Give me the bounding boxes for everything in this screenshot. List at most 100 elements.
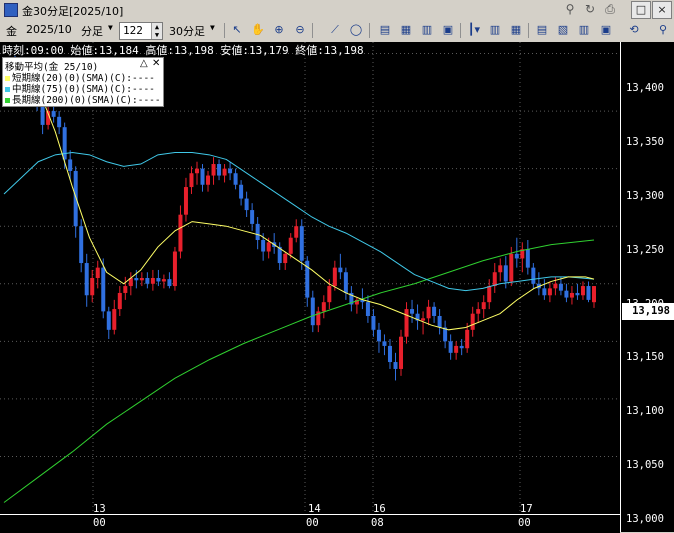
candle-body <box>106 311 111 330</box>
bar-count-value[interactable]: 122 <box>123 24 143 37</box>
candle-body <box>266 242 271 252</box>
close-button[interactable]: × <box>652 1 672 19</box>
contract-month[interactable]: 2025/10 <box>26 23 72 36</box>
indicator-icon[interactable]: ▥ <box>487 22 503 38</box>
candle-body <box>200 168 205 185</box>
candle-body <box>321 302 326 312</box>
sync-icon[interactable]: ⟲ <box>626 22 642 38</box>
day-label: 14 <box>308 503 321 515</box>
link-icon[interactable]: ⚲ <box>561 1 579 17</box>
candle-body <box>514 253 519 259</box>
candle-body <box>327 286 332 303</box>
price-label: 13,100 <box>626 405 664 417</box>
candle-body <box>525 249 530 268</box>
candle-body <box>487 286 492 303</box>
price-label: 13,350 <box>626 136 664 148</box>
price-chart[interactable] <box>0 42 620 514</box>
candle-body <box>206 175 211 185</box>
candle-body <box>217 164 222 176</box>
day-label: 16 <box>373 503 386 515</box>
compare-icon[interactable]: ▦ <box>508 22 524 38</box>
candle-body <box>299 226 304 261</box>
candle-body <box>172 251 177 287</box>
candle-body <box>448 341 453 353</box>
candle-body <box>399 336 404 369</box>
toolbar: 金 2025/10 分足 ▼ 122 ▲ ▼ 30分足 ▼ ↖ ✋ ⊕ ⊖ ⟋ ◯… <box>0 20 674 43</box>
symbol-label[interactable]: 金 <box>6 23 17 39</box>
window-icon[interactable]: ▣ <box>598 22 614 38</box>
toolbar-divider <box>369 23 370 38</box>
candle-body <box>492 272 497 287</box>
candle-body <box>183 187 188 215</box>
split-icon[interactable]: ▥ <box>576 22 592 38</box>
candle-body <box>564 290 569 298</box>
candle-body <box>134 278 139 281</box>
candle-body <box>62 127 67 160</box>
candle-body <box>79 226 84 264</box>
candle-body <box>211 164 216 176</box>
candle-body <box>592 286 596 303</box>
refresh-icon[interactable]: ↻ <box>581 1 599 17</box>
bar-type-dropdown-icon[interactable]: ▼ <box>108 23 113 32</box>
candle-body <box>376 329 381 342</box>
candle-body <box>283 253 288 264</box>
window-title: 金30分足[2025/10] <box>22 5 124 18</box>
interval-select[interactable]: 30分足 <box>169 23 205 39</box>
candle-body <box>73 170 78 227</box>
legend-long-ma: 長期線(200)(0)(SMA)(C):---- <box>5 92 161 106</box>
bar-count-stepper[interactable]: 122 ▲ ▼ <box>119 22 163 40</box>
candle-chart-icon[interactable]: ┃▾ <box>466 22 482 38</box>
overlay-icon[interactable]: ▧ <box>555 22 571 38</box>
candle-body <box>101 267 106 312</box>
toolbar-divider <box>460 23 461 38</box>
candle-body <box>150 278 155 284</box>
candle-body <box>228 168 233 174</box>
candle-body <box>470 313 475 330</box>
candle-body <box>261 240 266 252</box>
search-icon[interactable]: ⚲ <box>655 22 671 38</box>
panel-icon[interactable]: ▣ <box>440 22 456 38</box>
candle-body <box>509 253 514 282</box>
grid-icon[interactable]: ▥ <box>419 22 435 38</box>
title-bar: 金30分足[2025/10] ⚲ ↻ ⎙ □ × <box>0 0 674 21</box>
price-label: 13,400 <box>626 82 664 94</box>
candle-body <box>145 278 150 284</box>
candle-body <box>542 288 547 296</box>
candle-body <box>194 168 199 174</box>
candle-body <box>161 279 166 282</box>
layout-icon[interactable]: ▤ <box>377 22 393 38</box>
indicator-legend[interactable]: 移動平均(金 25/10) △ ✕ 短期線(20)(0)(SMA)(C):---… <box>2 57 164 107</box>
legend-close-icon[interactable]: ✕ <box>152 58 160 69</box>
maximize-button[interactable]: □ <box>631 1 651 19</box>
candle-body <box>332 267 337 287</box>
chart-area[interactable] <box>0 42 620 514</box>
candle-body <box>569 292 574 298</box>
candle-body <box>51 111 56 117</box>
hour-label: 00 <box>306 517 319 529</box>
cursor-icon[interactable]: ↖ <box>229 22 245 38</box>
zoom-in-icon[interactable]: ⊕ <box>271 22 287 38</box>
table-icon[interactable]: ▦ <box>398 22 414 38</box>
collapse-icon[interactable]: △ <box>140 58 148 69</box>
candle-body <box>178 214 183 252</box>
candle-body <box>338 267 343 273</box>
bar-type-select[interactable]: 分足 <box>81 23 103 39</box>
day-label: 13 <box>93 503 106 515</box>
zoom-out-icon[interactable]: ⊖ <box>292 22 308 38</box>
price-label: 13,000 <box>626 513 664 525</box>
candle-body <box>575 292 580 296</box>
current-price-marker: 13,198 <box>622 303 674 320</box>
stepper-arrows-icon[interactable]: ▲ ▼ <box>151 23 162 39</box>
candle-body <box>558 283 563 291</box>
print-icon[interactable]: ⎙ <box>601 1 619 17</box>
interval-dropdown-icon[interactable]: ▼ <box>210 23 215 32</box>
candle-body <box>90 278 95 296</box>
trendline-icon[interactable]: ⟋ <box>327 22 343 38</box>
candle-body <box>250 210 255 224</box>
candle-body <box>112 309 117 330</box>
chart-settings-icon[interactable]: ▤ <box>534 22 550 38</box>
circle-tool-icon[interactable]: ◯ <box>348 22 364 38</box>
hand-icon[interactable]: ✋ <box>250 22 266 38</box>
candle-body <box>476 309 481 314</box>
candle-body <box>68 159 73 171</box>
